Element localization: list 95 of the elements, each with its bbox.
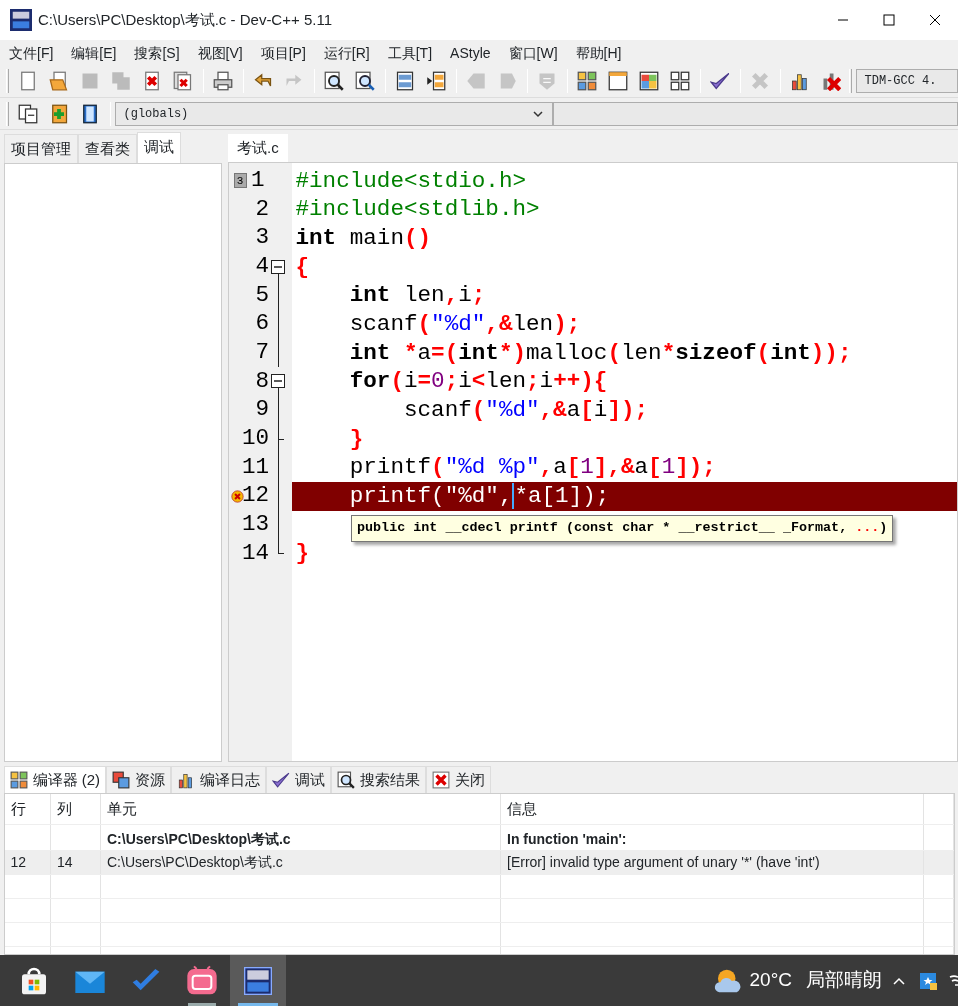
code-line: int len,i; xyxy=(348,282,486,309)
line-number: 14 xyxy=(240,538,269,568)
fold-toggle[interactable] xyxy=(271,259,285,274)
column-header[interactable]: 列 xyxy=(50,794,101,824)
panel-tab[interactable]: 编译器 (2) xyxy=(3,765,106,793)
scope-dropdown[interactable]: (globals) xyxy=(114,101,553,126)
stacked-squares-icon xyxy=(112,770,130,789)
app-icon[interactable] xyxy=(242,964,274,997)
code-line: scanf("%d",&a[i]); xyxy=(402,397,649,423)
table-cell: C:\Users\PC\Desktop\考试.c xyxy=(107,853,283,870)
temperature-text: 20°C xyxy=(749,968,792,993)
panel-tab[interactable]: 搜索结果 xyxy=(331,765,426,793)
weather-text: 局部晴朗 xyxy=(806,968,882,993)
line-number: 3 xyxy=(254,223,269,253)
document-icon[interactable] xyxy=(18,70,38,91)
menu-item[interactable]: 文件[F] xyxy=(0,40,63,64)
magnifier-document-icon[interactable] xyxy=(355,70,375,91)
panel-tab[interactable]: 调试 xyxy=(266,765,331,793)
table-cell: In function 'main': xyxy=(507,830,627,847)
menu-item[interactable]: 项目[P] xyxy=(251,40,315,64)
code-line: printf("%d",*a[1]); xyxy=(348,483,610,510)
table-cell: [Error] invalid type argument of unary '*' (have 'int') xyxy=(507,853,820,870)
line-number: 5 xyxy=(254,280,269,310)
line-number: 2 xyxy=(254,194,269,224)
magnifier-icon[interactable] xyxy=(324,70,344,91)
line-number: 12 xyxy=(240,481,269,511)
menu-item[interactable]: 帮助[H] xyxy=(566,40,631,64)
check-icon xyxy=(272,770,290,789)
panel-tab[interactable]: 调试 xyxy=(136,131,181,163)
code-line: } xyxy=(295,540,310,567)
code-line: #include<stdio.h> xyxy=(295,167,526,194)
magnifier-icon xyxy=(337,770,355,789)
code-line: int *a=(int*)malloc(len*sizeof(int)); xyxy=(348,339,852,366)
line-number: 4 xyxy=(254,251,269,281)
file-tab[interactable]: 考试.c xyxy=(228,133,288,162)
line-number: 6 xyxy=(254,309,269,339)
taskbar-button[interactable] xyxy=(230,955,286,1006)
panel-arrow-icon[interactable] xyxy=(426,70,446,91)
menu-item[interactable]: 视图[V] xyxy=(188,40,252,64)
window-icon[interactable] xyxy=(608,70,628,91)
close-icon[interactable] xyxy=(927,12,943,28)
line-number: 8 xyxy=(254,366,269,396)
bookmark-marker: 3 xyxy=(233,173,247,189)
menu-item[interactable]: 窗口[W] xyxy=(499,40,567,64)
code-line: } xyxy=(348,425,364,452)
printer-icon[interactable] xyxy=(213,70,233,91)
maximize-icon[interactable] xyxy=(881,12,897,28)
app-icon xyxy=(10,9,32,31)
tray-app-icon[interactable] xyxy=(918,970,938,991)
table-cell: C:\Users\PC\Desktop\考试.c xyxy=(107,830,291,847)
panel-tab[interactable]: 项目管理 xyxy=(3,133,78,163)
menu-item[interactable]: 编辑[E] xyxy=(62,40,126,64)
code-line: { xyxy=(295,253,310,280)
call-tip: public int __cdecl printf (const char * __restrict__ _Format, ...) xyxy=(351,515,894,542)
line-number: 1 xyxy=(251,165,266,195)
panel-tab[interactable]: 编译日志 xyxy=(171,765,266,793)
folder-document-icon[interactable] xyxy=(49,70,69,91)
menu-item[interactable]: 工具[T] xyxy=(378,40,442,64)
check-icon[interactable] xyxy=(710,70,730,91)
column-header[interactable]: 行 xyxy=(4,794,51,824)
window-title: C:\Users\PC\Desktop\考试.c - Dev-C++ 5.11 xyxy=(38,9,333,30)
line-number: 13 xyxy=(240,510,269,540)
compiler-dropdown[interactable]: TDM-GCC 4. xyxy=(855,68,958,93)
tiled-window-icon[interactable] xyxy=(639,70,659,91)
line-number: 11 xyxy=(240,452,269,482)
panel-tab[interactable]: 关闭 xyxy=(426,765,491,793)
grid-icon[interactable] xyxy=(670,70,690,91)
code-line: #include<stdlib.h> xyxy=(295,196,540,223)
split-panel-icon[interactable] xyxy=(395,70,415,91)
code-line: printf("%d %p",a[1],&a[1]); xyxy=(348,454,716,481)
tv-icon[interactable] xyxy=(186,964,218,997)
column-header[interactable]: 单元 xyxy=(100,794,501,824)
panel-tab[interactable]: 资源 xyxy=(106,765,171,793)
code-line: int main() xyxy=(295,224,432,251)
line-number: 9 xyxy=(254,395,269,425)
fold-toggle[interactable] xyxy=(271,374,285,389)
copy-document-icon[interactable] xyxy=(18,103,38,124)
code-line: for(i=0;i<len;i++){ xyxy=(348,368,608,395)
close-icon xyxy=(432,770,450,789)
menu-item[interactable]: 搜索[S] xyxy=(125,40,189,64)
code-line: scanf("%d",&len); xyxy=(348,310,581,337)
documents-close-icon[interactable] xyxy=(173,70,193,91)
panel-tab[interactable]: 查看类 xyxy=(77,133,137,163)
book-icon[interactable] xyxy=(80,103,100,124)
line-number: 7 xyxy=(254,338,269,368)
four-squares-icon xyxy=(9,770,28,789)
menu-item[interactable]: 运行[R] xyxy=(314,40,379,64)
table-cell: 12 xyxy=(10,853,27,870)
four-squares-icon[interactable] xyxy=(577,70,597,91)
column-header[interactable]: 信息 xyxy=(500,794,924,824)
menu-item[interactable]: AStyle xyxy=(441,40,500,64)
table-cell: 14 xyxy=(57,853,73,870)
line-number: 10 xyxy=(240,424,269,454)
add-document-icon[interactable] xyxy=(49,103,69,124)
document-close-icon[interactable] xyxy=(142,70,162,91)
